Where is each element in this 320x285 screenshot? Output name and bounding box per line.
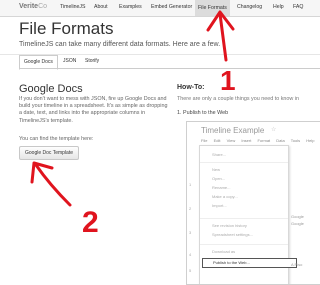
annotation-number-2: 2: [82, 206, 99, 239]
annotation-number-1: 1: [220, 65, 236, 96]
red-annotations: 1 2: [30, 10, 236, 239]
annotation-arrow-2: [34, 163, 72, 207]
